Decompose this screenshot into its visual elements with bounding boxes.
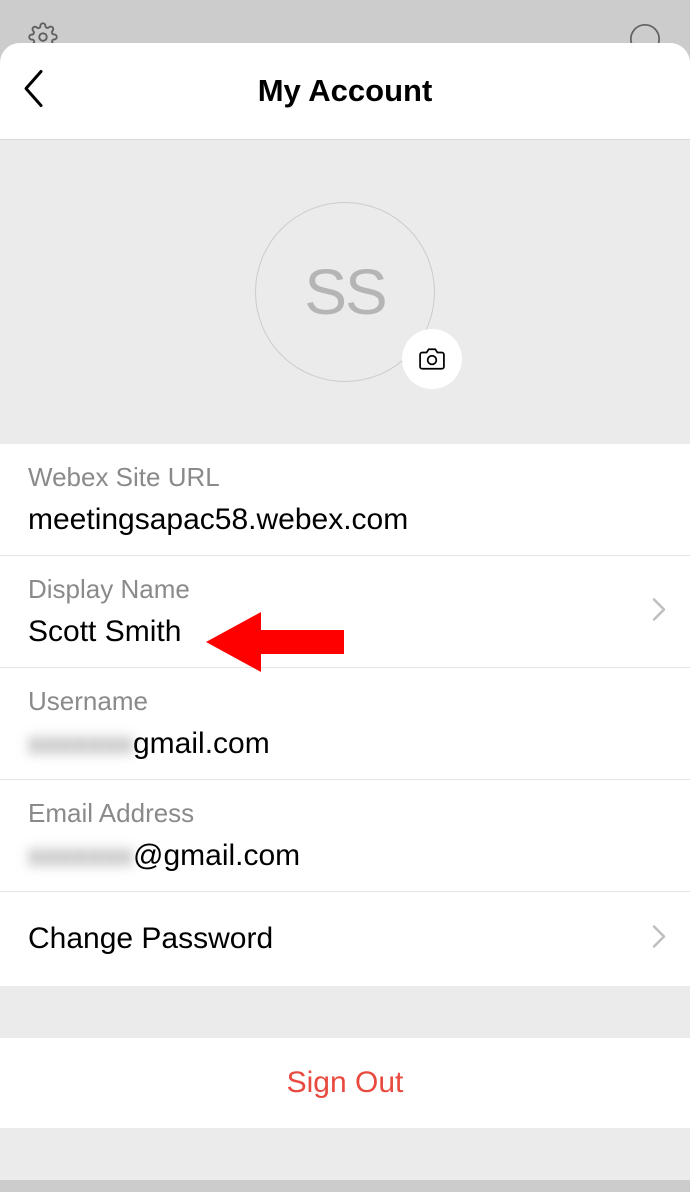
spacer (0, 1128, 690, 1180)
site-url-label: Webex Site URL (28, 462, 662, 493)
camera-icon (419, 346, 445, 372)
chevron-right-icon (652, 597, 666, 626)
avatar: SS (255, 202, 435, 382)
email-blurred-prefix: xxxxxxx (28, 839, 133, 873)
display-name-label: Display Name (28, 574, 662, 605)
site-url-row: Webex Site URL meetingsapac58.webex.com (0, 444, 690, 556)
chevron-right-icon (652, 925, 666, 954)
change-password-row[interactable]: Change Password (0, 892, 690, 986)
username-row: Username xxxxxxxgmail.com (0, 668, 690, 780)
username-value: xxxxxxxgmail.com (28, 727, 662, 761)
details-section: Webex Site URL meetingsapac58.webex.com … (0, 444, 690, 986)
page-title: My Account (0, 73, 690, 109)
avatar-section: SS (0, 140, 690, 444)
email-suffix: @gmail.com (133, 839, 300, 872)
spacer (0, 986, 690, 1038)
username-suffix: gmail.com (133, 727, 270, 760)
username-label: Username (28, 686, 662, 717)
sign-out-label: Sign Out (0, 1066, 690, 1100)
back-button[interactable] (22, 69, 46, 114)
email-label: Email Address (28, 798, 662, 829)
sign-out-button[interactable]: Sign Out (0, 1038, 690, 1128)
change-photo-button[interactable] (402, 329, 462, 389)
email-row: Email Address xxxxxxx@gmail.com (0, 780, 690, 892)
username-blurred-prefix: xxxxxxx (28, 727, 133, 761)
change-password-label: Change Password (28, 922, 662, 956)
avatar-initials: SS (304, 255, 385, 329)
header: My Account (0, 43, 690, 140)
email-value: xxxxxxx@gmail.com (28, 839, 662, 873)
display-name-row[interactable]: Display Name Scott Smith (0, 556, 690, 668)
display-name-value: Scott Smith (28, 615, 662, 649)
site-url-value: meetingsapac58.webex.com (28, 503, 662, 537)
